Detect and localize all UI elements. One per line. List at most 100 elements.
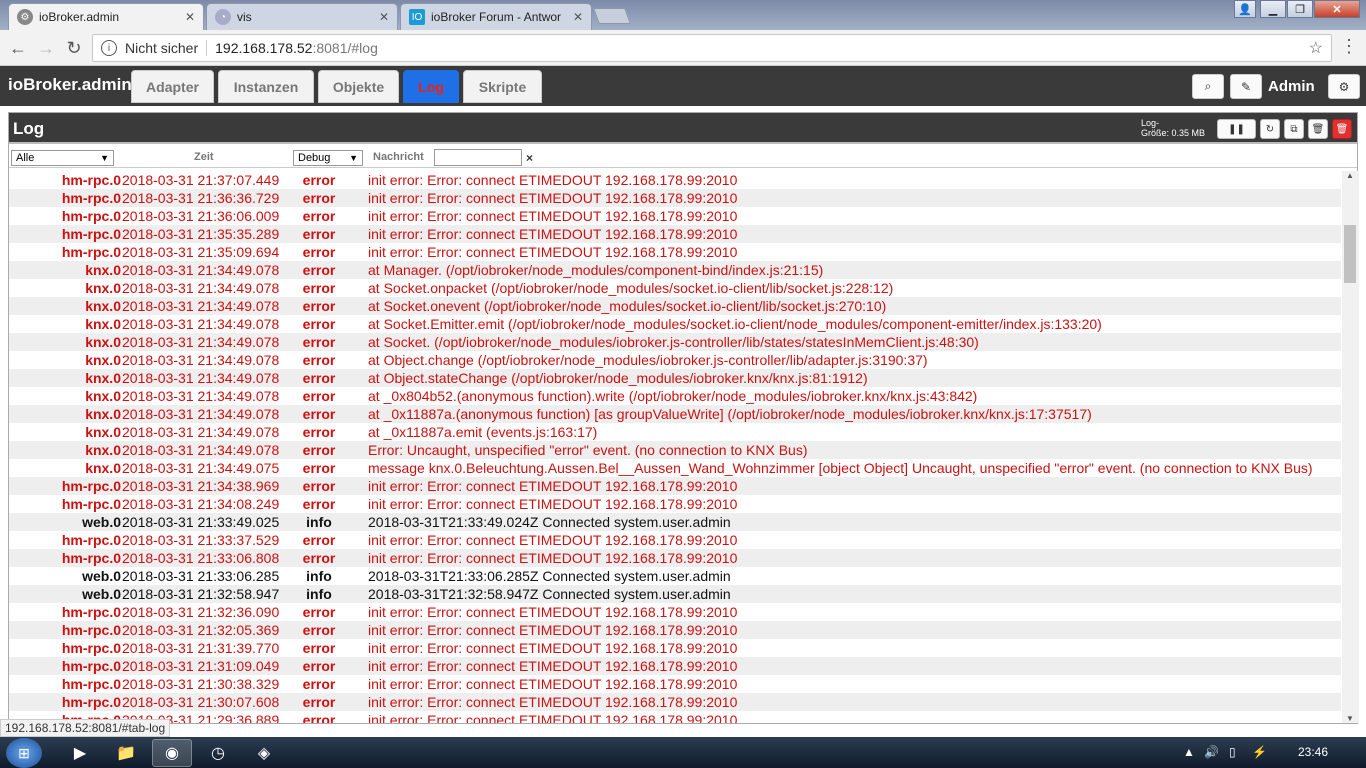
- browser-tab-iobroker-admin[interactable]: ⚙ ioBroker.admin ✕: [8, 3, 204, 30]
- url-host: 192.168.178.52: [215, 40, 313, 56]
- reload-icon[interactable]: ↻: [62, 36, 86, 60]
- log-time: 2018-03-31 21:34:49.078: [122, 262, 280, 278]
- log-time: 2018-03-31 21:36:36.729: [122, 190, 280, 206]
- log-row: knx.0 2018-03-31 21:34:49.075 error message…: [9, 459, 1341, 477]
- network-icon[interactable]: ⚡: [1252, 745, 1267, 759]
- edit-icon[interactable]: ✎: [1230, 74, 1262, 99]
- browser-tab-forum[interactable]: IO ioBroker Forum - Antwor ✕: [400, 3, 592, 30]
- log-row: hm-rpc.0 2018-03-31 21:33:06.808 error init…: [9, 549, 1341, 567]
- tab-adapter[interactable]: Adapter: [131, 70, 214, 103]
- log-time: 2018-03-31 21:32:05.369: [122, 622, 280, 638]
- volume-icon[interactable]: 🔊: [1204, 745, 1219, 759]
- log-message: at _0x11887a.emit (events.js:163:17): [368, 424, 598, 440]
- log-source: hm-rpc.0: [61, 208, 121, 224]
- info-icon[interactable]: i: [101, 40, 117, 56]
- pause-button[interactable]: ❚❚: [1217, 119, 1256, 139]
- log-source: hm-rpc.0: [61, 172, 121, 188]
- menu-icon[interactable]: ⋮: [1340, 36, 1358, 57]
- log-severity: error: [302, 532, 336, 548]
- star-icon[interactable]: ☆: [1309, 38, 1323, 58]
- log-time: 2018-03-31 21:34:08.249: [122, 496, 280, 512]
- media-player-icon[interactable]: ▶: [60, 739, 100, 767]
- user-name[interactable]: Admin: [1268, 78, 1315, 95]
- url-input[interactable]: i Nicht sicher 192.168.178.52 :8081/#log…: [92, 34, 1332, 62]
- source-filter-select[interactable]: Alle ▼: [11, 150, 114, 166]
- log-source: hm-rpc.0: [61, 676, 121, 692]
- log-message: at Object.change (/opt/iobroker/node_mod…: [368, 352, 928, 368]
- log-message: init error: Error: connect ETIMEDOUT 192…: [368, 604, 738, 620]
- log-row: hm-rpc.0 2018-03-31 21:36:06.009 error init…: [9, 207, 1341, 225]
- tab-instanzen[interactable]: Instanzen: [218, 70, 314, 103]
- close-icon[interactable]: ✕: [573, 10, 583, 24]
- log-time: 2018-03-31 21:34:49.078: [122, 316, 280, 332]
- log-time: 2018-03-31 21:30:38.329: [122, 676, 280, 692]
- app-icon[interactable]: ◈: [244, 739, 284, 767]
- log-severity: error: [302, 658, 336, 674]
- log-severity: info: [306, 586, 332, 602]
- clear-filter-icon[interactable]: ×: [526, 151, 533, 165]
- scroll-down-icon[interactable]: ▼: [1346, 714, 1354, 723]
- log-source: hm-rpc.0: [61, 550, 121, 566]
- user-profile-icon[interactable]: 👤: [1234, 0, 1256, 18]
- close-icon[interactable]: ✕: [379, 10, 389, 24]
- battery-icon[interactable]: ▯: [1229, 745, 1236, 759]
- log-row: hm-rpc.0 2018-03-31 21:30:38.329 error init…: [9, 675, 1341, 693]
- log-row: knx.0 2018-03-31 21:34:49.078 error at _0x1…: [9, 423, 1341, 441]
- folder-icon[interactable]: 📁: [106, 739, 146, 767]
- security-label: Nicht sicher: [125, 40, 199, 56]
- trash-icon[interactable]: 🗑: [1308, 119, 1328, 139]
- refresh-icon[interactable]: ↻: [1260, 119, 1280, 139]
- log-time: 2018-03-31 21:34:49.078: [122, 406, 280, 422]
- log-message: init error: Error: connect ETIMEDOUT 192…: [368, 478, 738, 494]
- forward-arrow-icon[interactable]: →: [34, 36, 58, 60]
- tab-objekte[interactable]: Objekte: [318, 70, 399, 103]
- delete-log-icon[interactable]: 🗑: [1332, 119, 1352, 139]
- log-time: 2018-03-31 21:35:09.694: [122, 244, 280, 260]
- close-icon[interactable]: ✕: [185, 10, 195, 24]
- log-time: 2018-03-31 21:32:36.090: [122, 604, 280, 620]
- log-row: knx.0 2018-03-31 21:34:49.078 error at Sock…: [9, 333, 1341, 351]
- tab-skripte[interactable]: Skripte: [463, 70, 542, 103]
- log-severity: error: [302, 208, 336, 224]
- log-row: hm-rpc.0 2018-03-31 21:31:39.770 error init…: [9, 639, 1341, 657]
- log-row: hm-rpc.0 2018-03-31 21:35:09.694 error init…: [9, 243, 1341, 261]
- log-source: hm-rpc.0: [61, 640, 121, 656]
- gear-icon[interactable]: ⚙: [1328, 74, 1360, 99]
- copy-icon[interactable]: ⧉: [1284, 119, 1304, 139]
- tab-log[interactable]: Log: [403, 70, 459, 103]
- log-message: at _0x804b52.(anonymous function).write …: [368, 388, 978, 404]
- log-row: knx.0 2018-03-31 21:34:49.078 error at Obje…: [9, 369, 1341, 387]
- scroll-up-icon[interactable]: ▲: [1346, 171, 1354, 180]
- log-row: knx.0 2018-03-31 21:34:49.078 error at Sock…: [9, 315, 1341, 333]
- tray-arrow-icon[interactable]: ▲: [1183, 745, 1195, 759]
- browser-tab-vis[interactable]: ◔ vis ✕: [206, 3, 398, 30]
- start-button[interactable]: ⊞: [6, 738, 42, 768]
- log-message: at _0x11887a.(anonymous function) [as gr…: [368, 406, 1092, 422]
- log-row: hm-rpc.0 2018-03-31 21:32:36.090 error init…: [9, 603, 1341, 621]
- scrollbar-thumb[interactable]: [1344, 225, 1356, 283]
- minimize-button[interactable]: ▁: [1260, 0, 1286, 18]
- log-row: hm-rpc.0 2018-03-31 21:33:37.529 error init…: [9, 531, 1341, 549]
- message-filter-input[interactable]: [434, 149, 522, 166]
- log-message: init error: Error: connect ETIMEDOUT 192…: [368, 172, 738, 188]
- log-message: init error: Error: connect ETIMEDOUT 192…: [368, 208, 738, 224]
- log-source: knx.0: [85, 388, 121, 404]
- back-arrow-icon[interactable]: ←: [6, 36, 30, 60]
- level-filter-select[interactable]: Debug ▼: [293, 150, 363, 166]
- log-source: hm-rpc.0: [61, 496, 121, 512]
- clock-app-icon[interactable]: ◷: [198, 739, 238, 767]
- window-close-button[interactable]: ✕: [1314, 0, 1360, 18]
- browser-tab-strip: ⚙ ioBroker.admin ✕ ◔ vis ✕ IO ioBroker F…: [0, 0, 1366, 30]
- scrollbar[interactable]: ▲ ▼: [1342, 171, 1359, 723]
- log-source: hm-rpc.0: [61, 604, 121, 620]
- log-severity: info: [306, 514, 332, 530]
- chrome-icon[interactable]: ◉: [152, 739, 192, 767]
- log-severity: error: [302, 694, 336, 710]
- clock[interactable]: 23:46: [1298, 745, 1328, 759]
- log-severity: error: [302, 388, 336, 404]
- maximize-button[interactable]: ❐: [1287, 0, 1313, 18]
- search-icon[interactable]: ⌕: [1192, 74, 1224, 99]
- new-tab-button[interactable]: [593, 8, 631, 24]
- log-source: knx.0: [85, 298, 121, 314]
- log-size-label-1: Log-: [1141, 118, 1160, 128]
